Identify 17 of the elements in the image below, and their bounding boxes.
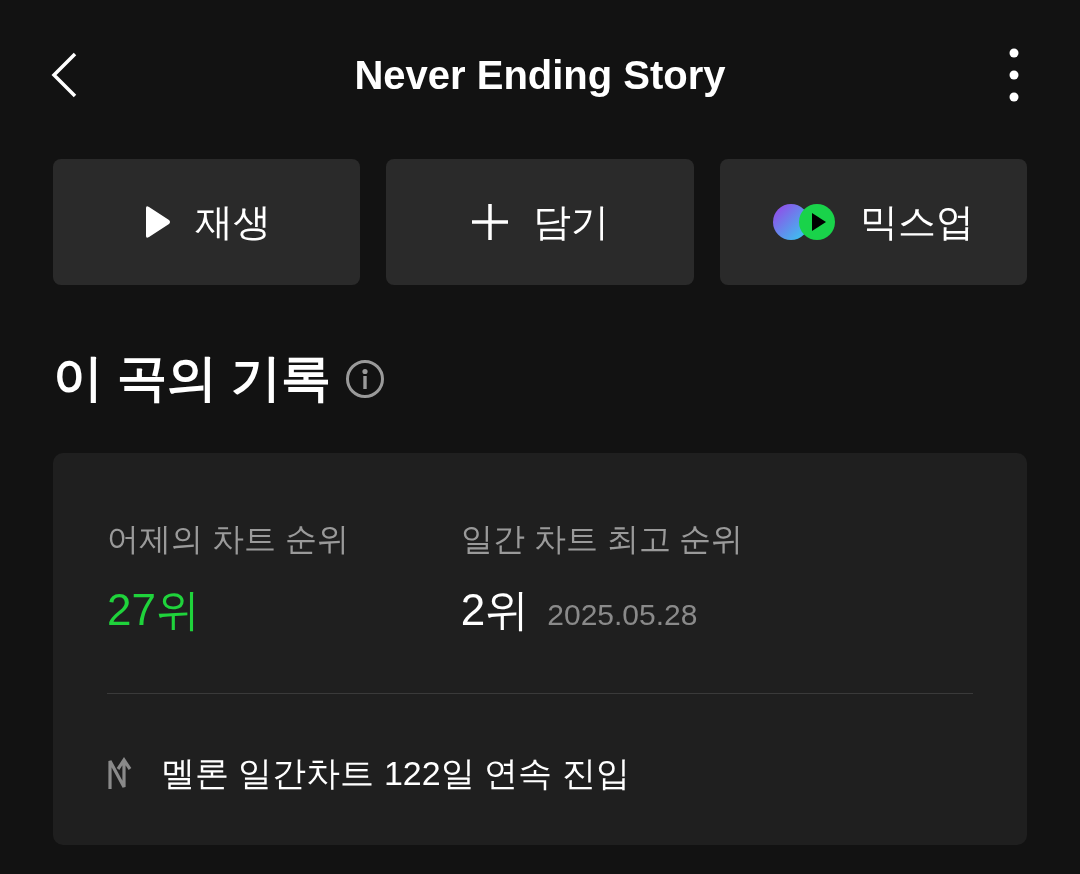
action-button[interactable]: 믹스업 — [719, 159, 1027, 285]
action-button[interactable]: 재생 — [53, 159, 361, 285]
stat-date: 2025.05.28 — [547, 597, 698, 633]
more-icon — [1009, 48, 1019, 102]
info-icon — [344, 358, 385, 399]
section-title: 이 곡의 기록 — [53, 349, 331, 408]
streak-text: 멜론 일간차트 122일 연속 진입 — [161, 753, 630, 794]
info-button[interactable] — [344, 358, 385, 399]
action-button[interactable]: 담기 — [386, 159, 694, 285]
stat-label: 일간 차트 최고 순위 — [460, 520, 744, 559]
stat-value: 2위 — [460, 584, 530, 636]
page-title: Never Ending Story — [354, 52, 726, 99]
stat-label: 어제의 차트 순위 — [107, 520, 349, 559]
back-icon — [50, 51, 78, 99]
plus-icon — [471, 203, 509, 241]
mixup-icon — [772, 203, 837, 241]
stat-value: 27위 — [107, 584, 200, 636]
